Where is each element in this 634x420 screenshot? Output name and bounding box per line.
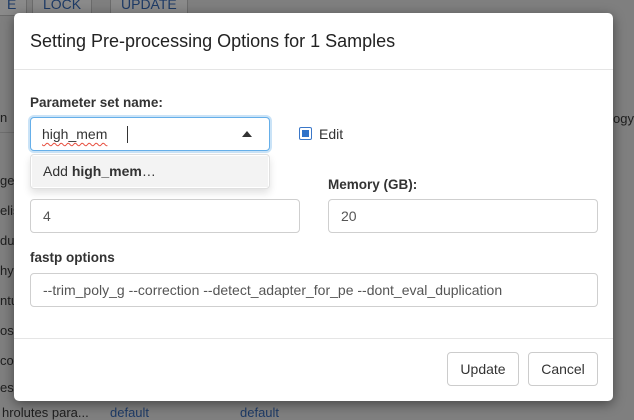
parameter-set-dropdown: Add high_mem… — [30, 154, 270, 189]
edit-label[interactable]: Edit — [319, 126, 343, 142]
background-bottom-link[interactable]: default — [110, 405, 149, 420]
background-row-label: es — [0, 380, 14, 395]
background-row-label: os — [0, 323, 14, 338]
dropdown-option-suffix: … — [141, 163, 156, 179]
dropdown-option-value: high_mem — [71, 163, 142, 179]
cores-input[interactable]: 4 — [30, 199, 300, 233]
background-column-header: ogy — [613, 111, 634, 126]
fastp-options-label: fastp options — [30, 250, 115, 265]
dropdown-option-add[interactable]: Add high_mem… — [32, 156, 268, 187]
parameter-set-value[interactable]: high_mem — [42, 126, 107, 142]
edit-checkbox[interactable] — [299, 127, 312, 140]
parameter-set-select[interactable]: high_mem — [30, 117, 270, 151]
checkbox-checked-icon — [302, 130, 309, 137]
preprocessing-options-modal: Setting Pre-processing Options for 1 Sam… — [14, 13, 613, 401]
cancel-button[interactable]: Cancel — [528, 352, 598, 386]
fastp-options-input[interactable]: --trim_poly_g --correction --detect_adap… — [30, 273, 598, 307]
background-row-label: co — [0, 353, 14, 368]
update-button[interactable]: Update — [447, 352, 519, 386]
background-divider — [0, 132, 14, 133]
text-cursor — [127, 126, 128, 143]
modal-footer — [14, 338, 613, 339]
background-bottom-label: hrolutes para... — [2, 405, 89, 420]
parameter-set-label: Parameter set name: — [30, 95, 163, 110]
modal-title: Setting Pre-processing Options for 1 Sam… — [30, 31, 396, 51]
background-bottom-link[interactable]: default — [240, 405, 279, 420]
modal-header: Setting Pre-processing Options for 1 Sam… — [14, 13, 613, 70]
dropdown-option-prefix: Add — [43, 163, 72, 179]
caret-up-icon[interactable] — [242, 131, 252, 137]
memory-label: Memory (GB): — [328, 177, 418, 192]
memory-input[interactable]: 20 — [328, 199, 598, 233]
background-row-label: n — [0, 110, 8, 125]
